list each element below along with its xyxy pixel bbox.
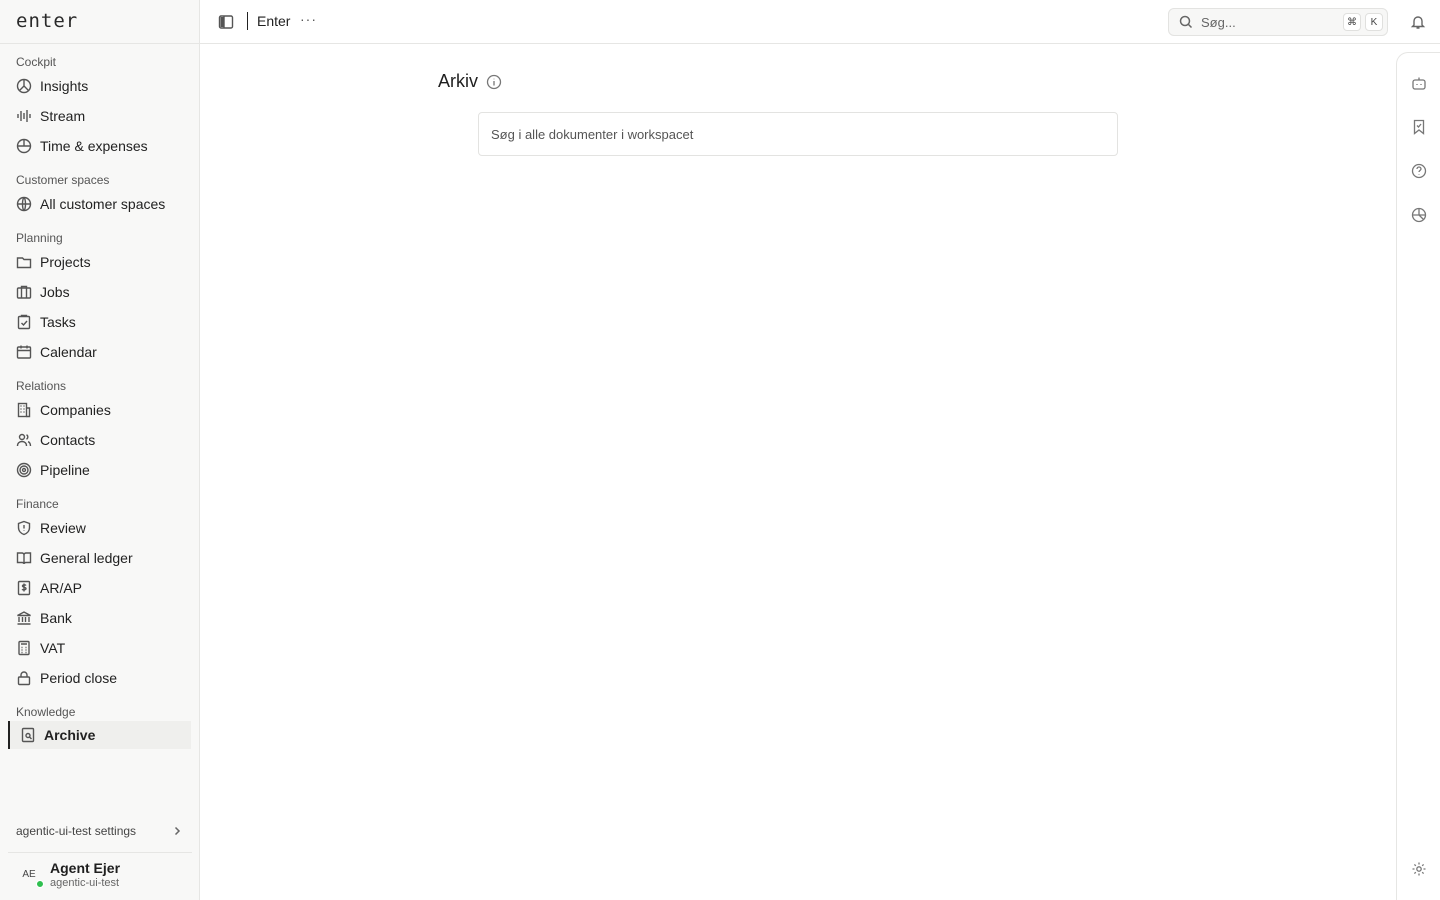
settings-icon[interactable] [1411, 861, 1427, 877]
insights-icon[interactable] [1411, 207, 1427, 223]
sidebar-item-label: Jobs [40, 284, 70, 300]
bank-icon [16, 610, 32, 626]
sidebar-item-label: Calendar [40, 344, 97, 360]
sidebar-item-label: Stream [40, 108, 86, 124]
sidebar-item-label: AR/AP [40, 580, 83, 596]
sidebar-item-label: Projects [40, 254, 91, 270]
bell-icon[interactable] [1410, 14, 1426, 30]
sidebar-item-tasks[interactable]: Tasks [0, 307, 199, 337]
sidebar-nav: Cockpit Insights Stream Time & expenses … [0, 44, 199, 749]
section-label-customer-spaces: Customer spaces [16, 173, 110, 187]
sidebar-item-calendar[interactable]: Calendar [0, 337, 199, 367]
sidebar-item-label: Insights [40, 78, 89, 94]
sidebar-item-vat[interactable]: VAT [0, 633, 199, 663]
chevron-right-icon [174, 826, 181, 836]
sidebar-item-all-customer-spaces[interactable]: All customer spaces [0, 189, 199, 219]
sidebar-item-review[interactable]: Review [0, 513, 199, 543]
sidebar-toggle-icon[interactable] [218, 14, 234, 30]
page-title: Arkiv [438, 71, 478, 91]
info-icon[interactable] [486, 74, 502, 90]
sidebar-item-label: All customer spaces [40, 196, 166, 212]
sidebar-item-label: Review [40, 520, 86, 536]
user-workspace: agentic-ui-test [50, 876, 120, 889]
folder-icon [16, 254, 32, 270]
bookmark-icon[interactable] [1411, 119, 1427, 135]
time-expenses-icon [16, 138, 32, 154]
sidebar-item-bank[interactable]: Bank [0, 603, 199, 633]
sidebar: enter Cockpit Insights Stream Time & exp… [0, 0, 200, 900]
sidebar-item-companies[interactable]: Companies [0, 395, 199, 425]
insights-icon [16, 78, 32, 94]
sidebar-item-label: Archive [44, 727, 96, 743]
calendar-icon [16, 344, 32, 360]
dollar-doc-icon [16, 580, 32, 596]
book-icon [16, 550, 32, 566]
more-options-button[interactable]: ··· [300, 11, 317, 27]
sidebar-item-ar-ap[interactable]: AR/AP [0, 573, 199, 603]
users-icon [16, 432, 32, 448]
sidebar-item-label: Contacts [40, 432, 96, 448]
shield-icon [16, 520, 32, 536]
bot-icon[interactable] [1411, 75, 1427, 91]
avatar: AE [18, 864, 44, 888]
building-icon [16, 402, 32, 418]
shortcut-key-k: K [1365, 13, 1383, 31]
app-logo[interactable]: enter [16, 10, 78, 32]
sidebar-item-label: VAT [40, 640, 66, 656]
shortcut-key-cmd: ⌘ [1343, 13, 1361, 31]
lock-icon [16, 670, 32, 686]
section-label-finance: Finance [16, 497, 59, 511]
sidebar-item-label: Period close [40, 670, 118, 686]
section-label-relations: Relations [16, 379, 67, 393]
document-search-input[interactable] [478, 112, 1118, 156]
avatar-initials: AE [22, 869, 36, 880]
search-placeholder: Søg... [1201, 14, 1236, 30]
target-icon [16, 462, 32, 478]
user-name: Agent Ejer [50, 859, 121, 876]
divider [247, 12, 248, 30]
sidebar-item-general-ledger[interactable]: General ledger [0, 543, 199, 573]
topbar: Enter ··· Søg... ⌘ K [200, 0, 1440, 44]
clipboard-check-icon [16, 314, 32, 330]
sidebar-item-label: General ledger [40, 550, 133, 566]
section-label-cockpit: Cockpit [16, 55, 57, 69]
page-title-container: Arkiv [438, 71, 502, 92]
help-icon[interactable] [1411, 163, 1427, 179]
sidebar-item-jobs[interactable]: Jobs [0, 277, 199, 307]
sidebar-item-pipeline[interactable]: Pipeline [0, 455, 199, 485]
globe-icon [16, 196, 32, 212]
sidebar-item-projects[interactable]: Projects [0, 247, 199, 277]
breadcrumb[interactable]: Enter [257, 13, 290, 29]
online-status-dot [36, 879, 44, 888]
sidebar-item-label: Time & expenses [40, 138, 148, 154]
section-label-knowledge: Knowledge [16, 705, 76, 719]
calculator-icon [16, 640, 32, 656]
search-icon [1179, 15, 1193, 29]
sidebar-item-stream[interactable]: Stream [0, 101, 199, 131]
archive-doc-icon [20, 727, 36, 743]
global-search[interactable]: Søg... ⌘ K [1168, 8, 1388, 36]
briefcase-icon [16, 284, 32, 300]
workspace-settings-link[interactable]: agentic-ui-test settings [0, 820, 199, 842]
sidebar-item-label: Companies [40, 402, 111, 418]
sidebar-item-insights[interactable]: Insights [0, 71, 199, 101]
section-label-planning: Planning [16, 231, 63, 245]
right-rail [1396, 52, 1440, 900]
sidebar-item-period-close[interactable]: Period close [0, 663, 199, 693]
user-menu[interactable]: AE Agent Ejer agentic-ui-test [8, 852, 192, 896]
sidebar-item-archive[interactable]: Archive [8, 721, 191, 749]
sidebar-item-label: Pipeline [40, 462, 90, 478]
sidebar-item-time-expenses[interactable]: Time & expenses [0, 131, 199, 161]
sidebar-item-contacts[interactable]: Contacts [0, 425, 199, 455]
sidebar-item-label: Tasks [40, 314, 76, 330]
workspace-settings-label: agentic-ui-test settings [16, 824, 137, 838]
sidebar-item-label: Bank [40, 610, 72, 626]
stream-icon [16, 108, 32, 124]
